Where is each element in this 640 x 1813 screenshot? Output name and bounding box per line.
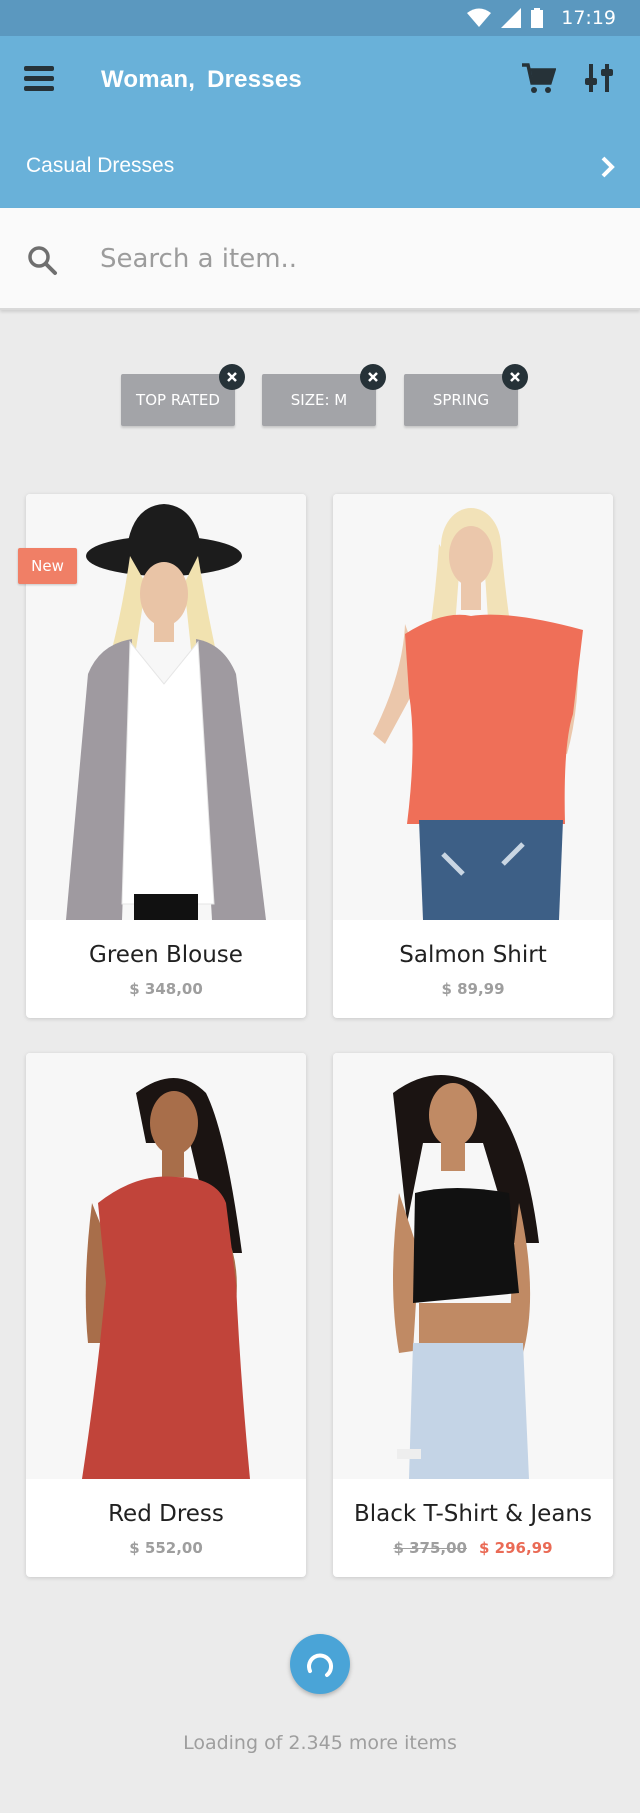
filter-chip-label: TOP RATED xyxy=(136,391,220,409)
title-category: Woman, xyxy=(101,66,196,93)
filter-chip-label: SPRING xyxy=(432,391,490,409)
product-sale-price: $ 296,99 xyxy=(479,1539,553,1557)
remove-filter-button[interactable] xyxy=(219,364,245,390)
filter-chip-label: SIZE: M xyxy=(290,391,348,409)
product-price-group: $ 375,00 $ 296,99 xyxy=(333,1539,613,1557)
filter-sliders-icon xyxy=(585,64,613,92)
loading-text: Loading of 2.345 more items xyxy=(183,1732,457,1754)
subcategory-row[interactable]: Casual Dresses xyxy=(0,128,640,208)
spinner-icon xyxy=(307,1653,333,1677)
app-bar: Woman, Dresses Casual Dresses xyxy=(0,36,640,208)
wifi-icon xyxy=(467,8,492,27)
product-price: $ 348,00 xyxy=(129,980,203,998)
page-title: Woman, Dresses xyxy=(101,64,302,96)
search-icon[interactable] xyxy=(26,244,58,276)
remove-filter-button[interactable] xyxy=(360,364,386,390)
filter-chip-size[interactable]: SIZE: M xyxy=(262,364,386,426)
search-input[interactable] xyxy=(100,236,600,282)
status-icons: 17:19 xyxy=(467,6,616,30)
product-price: $ 552,00 xyxy=(129,1539,203,1557)
product-image xyxy=(26,1053,306,1479)
loading-spinner xyxy=(290,1634,350,1694)
product-image xyxy=(333,1053,613,1479)
product-name: Green Blouse xyxy=(89,942,243,968)
menu-icon xyxy=(24,66,54,71)
product-name: Red Dress xyxy=(108,1501,224,1527)
filter-button[interactable] xyxy=(582,60,618,96)
product-name: Salmon Shirt xyxy=(399,942,547,968)
product-price: $ 89,99 xyxy=(441,980,505,998)
menu-button[interactable] xyxy=(24,64,56,96)
remove-filter-button[interactable] xyxy=(502,364,528,390)
product-card-red-dress[interactable]: Red Dress $ 552,00 xyxy=(26,1053,306,1577)
search-bar xyxy=(0,208,640,310)
status-bar: 17:19 xyxy=(0,0,640,36)
close-icon xyxy=(510,372,520,382)
cart-button[interactable] xyxy=(520,60,557,96)
signal-icon xyxy=(501,8,522,28)
filter-chip-top-rated[interactable]: TOP RATED xyxy=(121,364,245,426)
product-old-price: $ 375,00 xyxy=(393,1539,467,1557)
cart-icon xyxy=(522,63,557,93)
title-subcategory: Dresses xyxy=(207,66,302,93)
battery-icon xyxy=(531,8,544,28)
product-card-salmon-shirt[interactable]: Salmon Shirt $ 89,99 xyxy=(333,494,613,1018)
close-icon xyxy=(368,372,378,382)
subcategory-label: Casual Dresses xyxy=(26,154,175,177)
product-name: Black T-Shirt & Jeans xyxy=(354,1501,592,1527)
chevron-right-icon xyxy=(601,156,615,178)
new-badge: New xyxy=(18,548,77,584)
status-time: 17:19 xyxy=(561,7,616,29)
product-image xyxy=(333,494,613,920)
product-card-black-tshirt-jeans[interactable]: Black T-Shirt & Jeans $ 375,00 $ 296,99 xyxy=(333,1053,613,1577)
close-icon xyxy=(227,372,237,382)
filter-chip-spring[interactable]: SPRING xyxy=(404,364,528,426)
